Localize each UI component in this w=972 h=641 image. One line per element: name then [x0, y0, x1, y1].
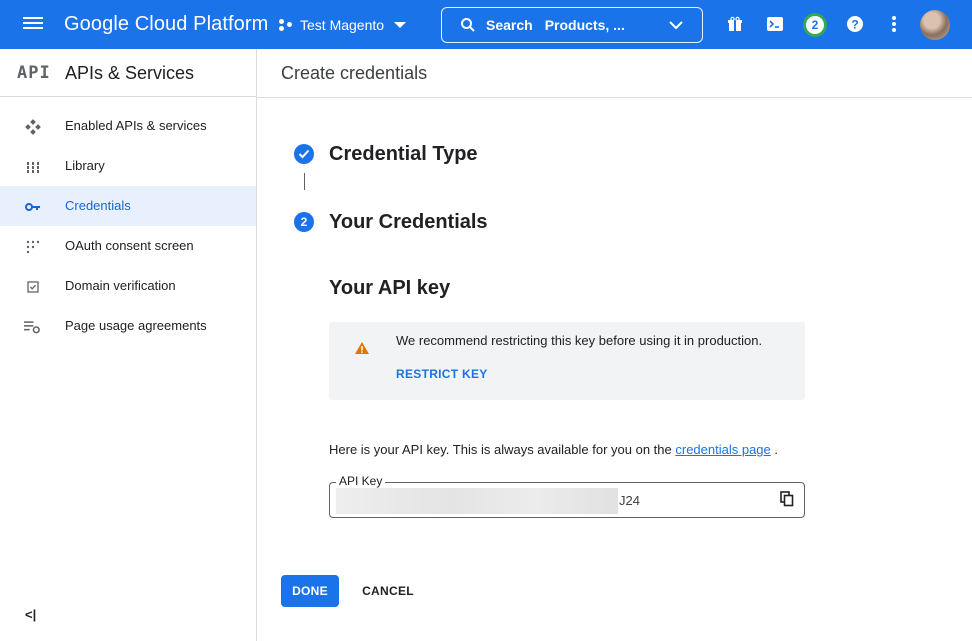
enabled-apis-icon [24, 118, 41, 135]
notification-badge[interactable]: 2 [803, 13, 827, 37]
warning-callout: We recommend restricting this key before… [329, 322, 805, 400]
project-icon [278, 17, 294, 33]
sidebar: API APIs & Services Enabled APIs & servi… [0, 49, 257, 641]
checkbox-icon [24, 278, 41, 295]
sidebar-title: APIs & Services [65, 63, 195, 83]
step-2-number: 2 [294, 212, 314, 232]
api-logo-icon: API [17, 63, 51, 83]
sidebar-item-enabled-apis[interactable]: Enabled APIs & services [0, 106, 256, 146]
warning-text: We recommend restricting this key before… [396, 333, 763, 348]
sidebar-item-domain-verification[interactable]: Domain verification [0, 266, 256, 306]
chevron-down-icon[interactable] [668, 19, 684, 31]
project-selector[interactable]: Test Magento [278, 12, 407, 38]
sidebar-item-page-usage[interactable]: Page usage agreements [0, 306, 256, 346]
help-icon[interactable]: ? [843, 12, 867, 36]
step-complete-check-icon [294, 144, 314, 164]
main-header: Create credentials [257, 49, 972, 98]
avatar[interactable] [920, 10, 950, 40]
svg-text:?: ? [851, 18, 858, 32]
copy-icon[interactable] [780, 491, 794, 507]
caret-down-icon [394, 22, 407, 28]
sidebar-item-oauth-consent[interactable]: OAuth consent screen [0, 226, 256, 266]
step-1-title: Credential Type [329, 143, 478, 165]
sidebar-item-label: Library [65, 158, 105, 173]
menu-icon[interactable] [20, 14, 46, 34]
redacted-key-blur [336, 488, 618, 514]
api-key-info: Here is your API key. This is always ava… [329, 442, 778, 457]
sidebar-item-label: Page usage agreements [65, 318, 207, 333]
warning-icon [355, 342, 369, 354]
sidebar-item-label: OAuth consent screen [65, 238, 194, 253]
project-name: Test Magento [300, 17, 385, 33]
top-app-bar: Google Cloud Platform Test Magento Searc… [0, 0, 972, 49]
search-icon [461, 18, 475, 32]
api-key-heading: Your API key [329, 277, 451, 299]
more-vert-icon[interactable] [882, 12, 906, 36]
search-label: Search [486, 17, 533, 33]
sidebar-item-label: Credentials [65, 198, 131, 213]
step-connector [304, 173, 305, 190]
info-text: Here is your API key. This is always ava… [329, 442, 676, 457]
collapse-sidebar-icon[interactable]: <| [25, 607, 36, 622]
gift-icon[interactable] [723, 12, 747, 36]
sidebar-header: API APIs & Services [0, 49, 256, 97]
library-icon [24, 158, 41, 175]
sidebar-item-credentials[interactable]: Credentials [0, 186, 256, 226]
api-key-label: API Key [336, 474, 386, 488]
search-box[interactable]: Search Products, ... [441, 7, 703, 43]
credentials-page-link[interactable]: credentials page [675, 442, 770, 457]
api-key-value: J24 [619, 493, 640, 508]
sidebar-item-library[interactable]: Library [0, 146, 256, 186]
restrict-key-button[interactable]: RESTRICT KEY [396, 367, 488, 381]
page-title: Create credentials [281, 63, 428, 83]
settings-list-icon [24, 318, 41, 335]
sidebar-item-label: Enabled APIs & services [65, 118, 207, 133]
brand-title[interactable]: Google Cloud Platform [64, 13, 268, 36]
cloud-shell-icon[interactable] [763, 12, 787, 36]
api-key-field[interactable]: J24 [329, 482, 805, 518]
key-icon [24, 198, 41, 215]
step-2-title: Your Credentials [329, 211, 488, 233]
cancel-button[interactable]: CANCEL [352, 575, 424, 607]
info-suffix: . [770, 442, 778, 457]
sidebar-item-label: Domain verification [65, 278, 176, 293]
sidebar-nav: Enabled APIs & services Library Credenti… [0, 106, 256, 346]
done-button[interactable]: DONE [281, 575, 339, 607]
search-placeholder: Products, ... [544, 17, 625, 33]
oauth-icon [24, 238, 41, 255]
